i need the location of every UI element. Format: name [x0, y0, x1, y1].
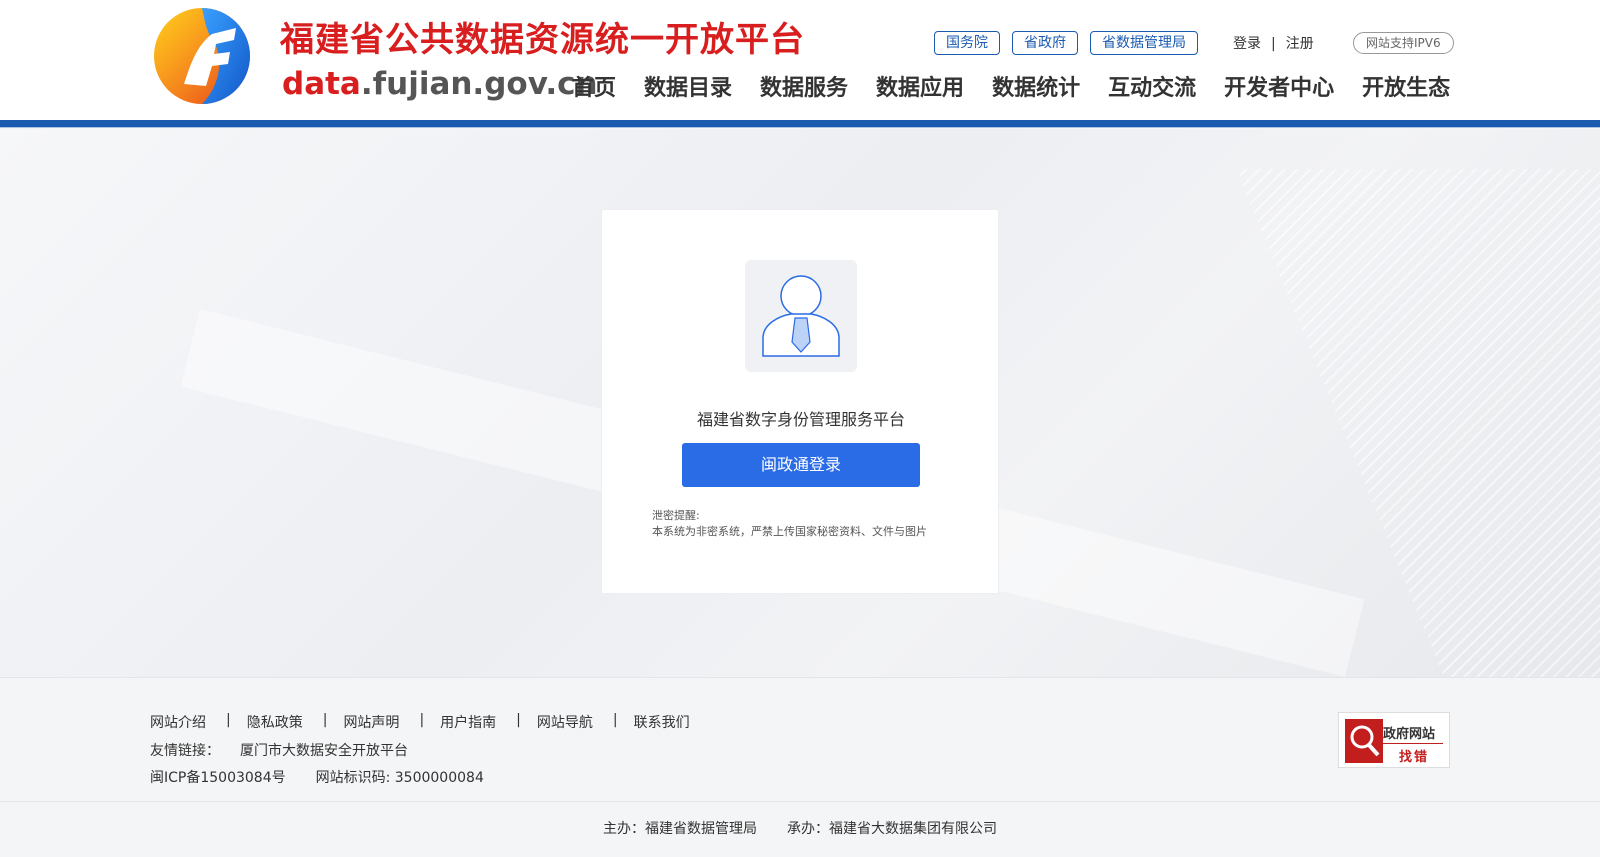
- main-nav: 首页 数据目录 数据服务 数据应用 数据统计 互动交流 开发者中心 开放生态: [572, 70, 1450, 102]
- main-area: 福建省数字身份管理服务平台 闽政通登录 泄密提醒: 本系统为非密系统，严禁上传国…: [0, 129, 1600, 677]
- icp-row: 闽ICP备15003084号 网站标识码: 3500000084: [150, 767, 484, 787]
- auth-links: 登录 | 注册: [1233, 33, 1314, 53]
- platform-logo-icon[interactable]: [150, 6, 254, 106]
- top-link-data-bureau[interactable]: 省数据管理局: [1090, 31, 1198, 55]
- friend-links-label: 友情链接：: [150, 743, 220, 759]
- site-header: 福建省公共数据资源统一开放平台 data.fujian.gov.cn 国务院 省…: [0, 0, 1600, 120]
- footer-separator: |: [516, 712, 521, 728]
- footer-link-privacy[interactable]: 隐私政策: [247, 712, 303, 732]
- nav-item-catalog[interactable]: 数据目录: [644, 70, 732, 102]
- site-code: 网站标识码: 3500000084: [315, 770, 484, 786]
- nav-item-applications[interactable]: 数据应用: [876, 70, 964, 102]
- footer-separator: |: [322, 712, 328, 728]
- nav-item-developer[interactable]: 开发者中心: [1224, 70, 1334, 102]
- friend-link-xiamen[interactable]: 厦门市大数据安全开放平台: [240, 743, 408, 759]
- header-divider-bar: [0, 120, 1600, 128]
- icp-link[interactable]: 闽ICP备15003084号: [150, 770, 286, 786]
- site-domain-rest: .fujian.gov.cn: [360, 66, 598, 102]
- gov-error-report-badge[interactable]: 政府网站 找错: [1338, 712, 1450, 768]
- nav-item-statistics[interactable]: 数据统计: [992, 70, 1080, 102]
- nav-item-services[interactable]: 数据服务: [760, 70, 848, 102]
- site-footer: 网站介绍 | 隐私政策 | 网站声明 | 用户指南 | 网站导航 | 联系我们 …: [0, 677, 1600, 802]
- footer-links: 网站介绍 | 隐私政策 | 网站声明 | 用户指南 | 网站导航 | 联系我们: [150, 712, 690, 732]
- login-link[interactable]: 登录: [1233, 36, 1261, 52]
- footer-link-statement[interactable]: 网站声明: [343, 712, 399, 732]
- platform-name: 福建省数字身份管理服务平台: [696, 410, 905, 429]
- mzt-login-button[interactable]: 闽政通登录: [682, 443, 920, 487]
- auth-separator: |: [1271, 36, 1276, 52]
- footer-separator: |: [226, 712, 231, 728]
- ipv6-badge: 网站支持IPV6: [1353, 32, 1454, 54]
- footer-link-sitemap[interactable]: 网站导航: [537, 712, 593, 732]
- notice-text: 本系统为非密系统，严禁上传国家秘密资料、文件与图片: [652, 525, 927, 538]
- footer-separator: |: [612, 712, 618, 728]
- magnifier-icon: [1345, 719, 1383, 763]
- friend-links-row: 友情链接： 厦门市大数据安全开放平台: [150, 740, 408, 760]
- nav-item-ecosystem[interactable]: 开放生态: [1362, 70, 1450, 102]
- gov-badge-divider: [1383, 743, 1443, 744]
- login-card: 福建省数字身份管理服务平台 闽政通登录 泄密提醒: 本系统为非密系统，严禁上传国…: [601, 209, 999, 594]
- register-link[interactable]: 注册: [1286, 36, 1314, 52]
- site-title: 福建省公共数据资源统一开放平台: [280, 20, 805, 60]
- top-links: 国务院 省政府 省数据管理局: [934, 31, 1198, 55]
- site-domain: data.fujian.gov.cn: [282, 66, 598, 102]
- footer-link-about[interactable]: 网站介绍: [150, 712, 206, 732]
- footer-link-guide[interactable]: 用户指南: [440, 712, 496, 732]
- avatar: [745, 260, 857, 372]
- footer-separator: |: [419, 712, 425, 728]
- contractor-text: 承办：福建省大数据集团有限公司: [787, 821, 997, 837]
- top-link-provincial-gov[interactable]: 省政府: [1012, 31, 1078, 55]
- copyright-bar: 主办：福建省数据管理局 承办：福建省大数据集团有限公司: [0, 802, 1600, 857]
- gov-badge-title: 政府网站: [1383, 727, 1436, 742]
- top-link-state-council[interactable]: 国务院: [934, 31, 1000, 55]
- notice-title: 泄密提醒:: [652, 509, 700, 522]
- security-notice: 泄密提醒: 本系统为非密系统，严禁上传国家秘密资料、文件与图片: [652, 508, 927, 540]
- user-avatar-icon: [762, 275, 840, 357]
- sponsor-text: 主办：福建省数据管理局: [603, 821, 757, 837]
- site-domain-accent: data: [282, 66, 361, 102]
- nav-item-home[interactable]: 首页: [572, 70, 616, 102]
- nav-item-interaction[interactable]: 互动交流: [1108, 70, 1196, 102]
- footer-link-contact[interactable]: 联系我们: [634, 712, 690, 732]
- gov-badge-subtitle: 找错: [1399, 750, 1430, 765]
